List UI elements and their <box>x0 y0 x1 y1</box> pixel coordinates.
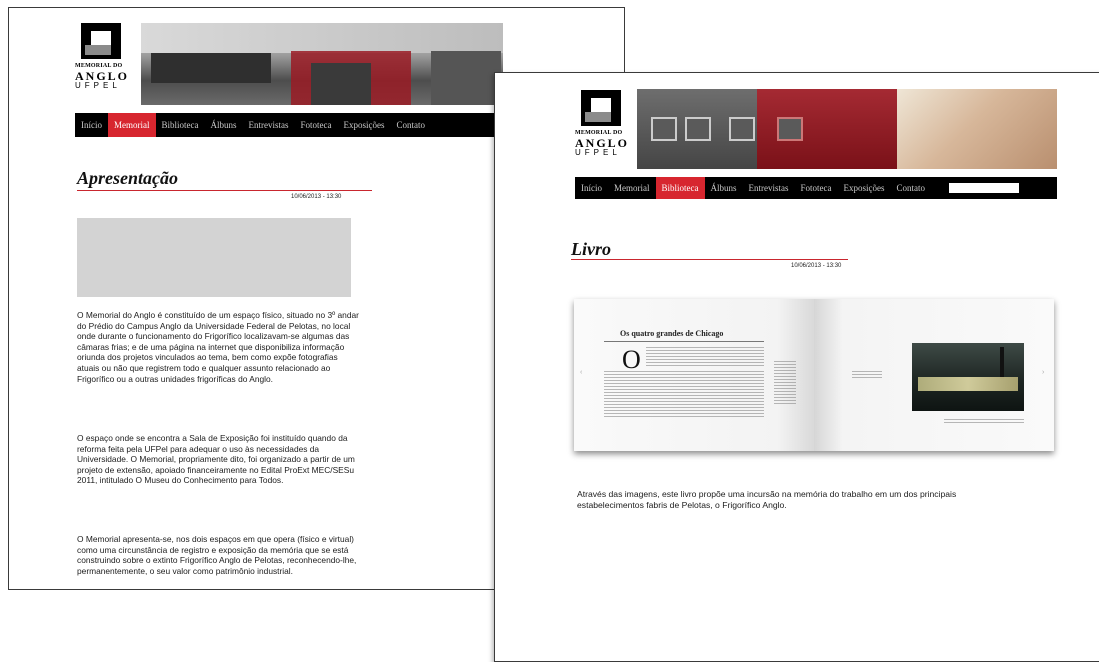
title-divider <box>77 190 372 191</box>
nav-item-exposicoes[interactable]: Exposições <box>338 113 391 137</box>
nav-item-contato[interactable]: Contato <box>891 177 932 199</box>
nav-item-biblioteca[interactable]: Biblioteca <box>655 177 705 199</box>
nav-item-memorial[interactable]: Memorial <box>108 113 156 137</box>
image-placeholder <box>77 218 351 297</box>
nav-item-contato[interactable]: Contato <box>391 113 432 137</box>
nav-item-entrevistas[interactable]: Entrevistas <box>743 177 795 199</box>
prev-arrow-icon: ‹ <box>580 369 583 376</box>
logo-building-icon <box>81 23 121 59</box>
book-chapter-heading: Os quatro grandes de Chicago <box>620 329 724 338</box>
nav-item-albuns[interactable]: Álbuns <box>705 177 743 199</box>
book-dropcap: O <box>622 345 641 374</box>
memorial-anglo-logo[interactable]: MEMORIAL DO ANGLO UFPEL <box>575 90 635 157</box>
nav-item-exposicoes[interactable]: Exposições <box>838 177 891 199</box>
book-right-page: › <box>814 299 1054 451</box>
paragraph-2: O espaço onde se encontra a Sala de Expo… <box>77 433 355 486</box>
search-input[interactable] <box>949 183 1020 193</box>
post-date: 10/06/2013 - 13:30 <box>791 263 842 269</box>
page-livro: MEMORIAL DO ANGLO UFPEL Início Memorial … <box>494 72 1099 662</box>
book-description: Através das imagens, este livro propõe u… <box>577 489 957 510</box>
nav-item-fototeca[interactable]: Fototeca <box>295 113 338 137</box>
paragraph-1: O Memorial do Anglo é constituído de um … <box>77 310 359 384</box>
logo-text-ufpel: UFPEL <box>75 81 121 90</box>
next-arrow-icon: › <box>1042 369 1045 376</box>
header-banner-image <box>141 23 503 105</box>
nav-item-inicio[interactable]: Início <box>575 177 608 199</box>
logo-building-icon <box>581 90 621 126</box>
page-title: Apresentação <box>77 168 178 188</box>
nav-item-memorial[interactable]: Memorial <box>608 177 656 199</box>
page-title: Livro <box>571 239 611 259</box>
factory-night-photo <box>912 343 1024 411</box>
nav-item-fototeca[interactable]: Fototeca <box>795 177 838 199</box>
nav-item-inicio[interactable]: Início <box>75 113 108 137</box>
nav-item-albuns[interactable]: Álbuns <box>205 113 243 137</box>
memorial-anglo-logo[interactable]: MEMORIAL DO ANGLO UFPEL <box>75 23 135 90</box>
nav-item-biblioteca[interactable]: Biblioteca <box>156 113 205 137</box>
header-banner-image <box>637 89 1057 169</box>
nav-item-entrevistas[interactable]: Entrevistas <box>243 113 295 137</box>
post-date: 10/06/2013 - 13:30 <box>291 194 342 200</box>
main-nav: Início Memorial Biblioteca Álbuns Entrev… <box>575 177 1057 199</box>
logo-text-ufpel: UFPEL <box>575 148 621 157</box>
paragraph-3: O Memorial apresenta-se, nos dois espaço… <box>77 534 357 576</box>
book-left-page: Os quatro grandes de Chicago O ‹ <box>574 299 814 451</box>
book-spread-image: Os quatro grandes de Chicago O ‹ › <box>574 299 1054 451</box>
title-divider <box>571 259 848 260</box>
